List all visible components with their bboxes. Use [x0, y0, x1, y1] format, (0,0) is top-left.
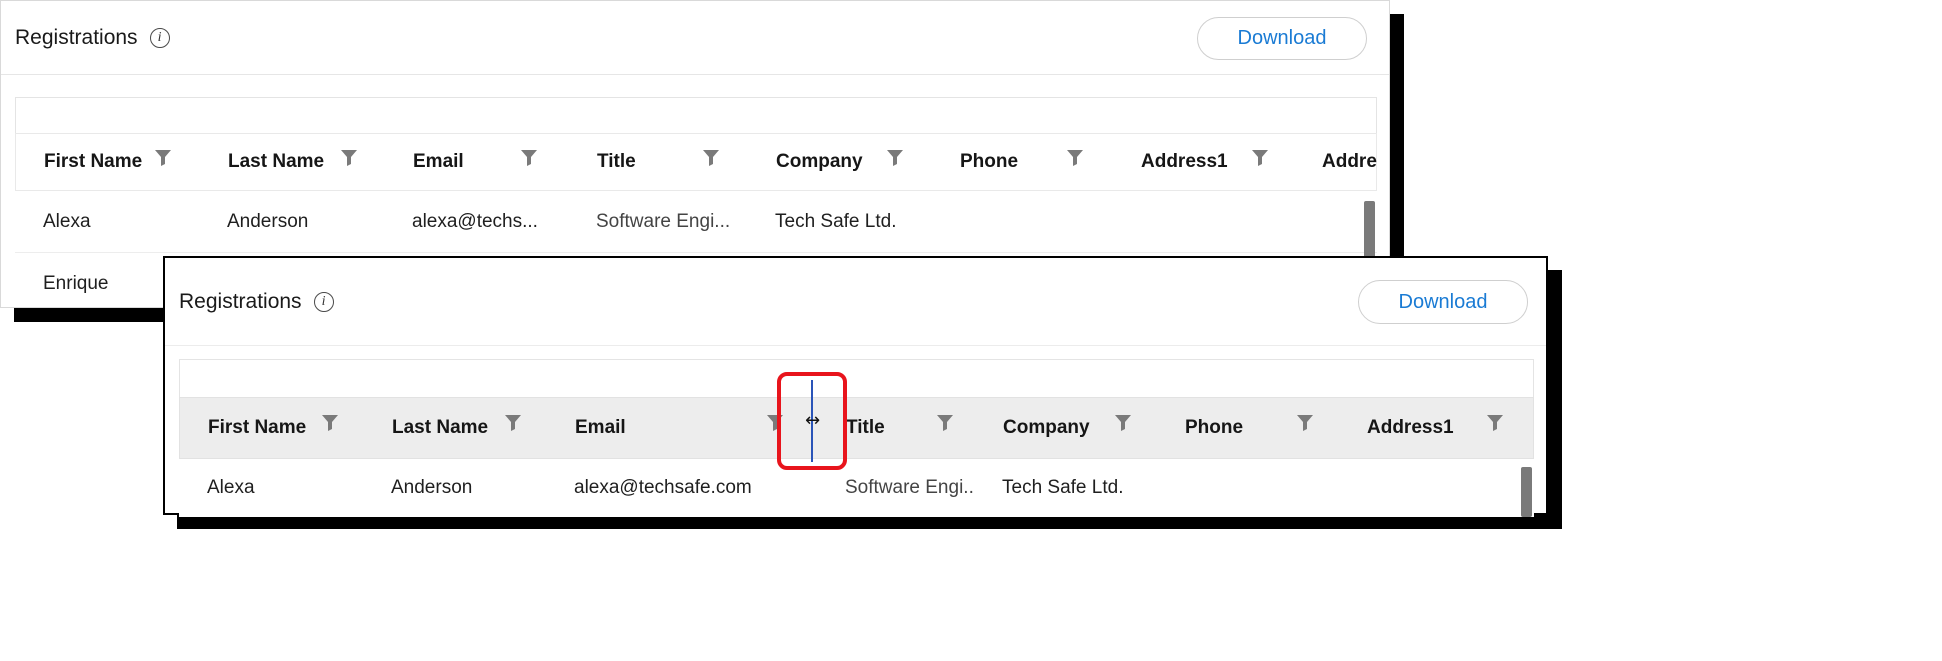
column-header-last-name[interactable]: Last Name — [365, 398, 548, 458]
funnel-filter-icon[interactable] — [504, 413, 522, 433]
column-header-label: Addre — [1322, 151, 1377, 173]
column-header-label: Company — [776, 151, 863, 173]
column-header-email[interactable]: Email — [548, 398, 810, 458]
column-header-label: Company — [1003, 417, 1090, 439]
info-icon[interactable]: i — [314, 292, 334, 312]
column-header-email[interactable]: Email — [386, 134, 568, 190]
column-header-label: Email — [413, 151, 464, 173]
resize-cursor-glyph: ↔ — [795, 413, 829, 429]
column-header-address2[interactable]: Addre — [1296, 134, 1377, 190]
funnel-filter-icon[interactable] — [1066, 148, 1084, 168]
cell-first-name: Alexa — [179, 477, 364, 499]
download-button[interactable]: Download — [1197, 17, 1367, 60]
cell-title: Software Engi... — [809, 477, 975, 499]
cell-email: alexa@techs... — [385, 211, 567, 233]
column-header-first-name[interactable]: First Name — [16, 134, 202, 190]
funnel-filter-icon[interactable] — [886, 148, 904, 168]
column-header-last-name[interactable]: Last Name — [202, 134, 386, 190]
column-header-label: Phone — [960, 151, 1018, 173]
registrations-grid-front: First Name Last Name Email Title Company — [179, 359, 1534, 517]
column-resize-handle-icon[interactable]: ↔ — [785, 380, 839, 462]
column-header-label: Last Name — [392, 417, 488, 439]
column-header-label: Email — [575, 417, 626, 439]
column-header-address1[interactable]: Address1 — [1114, 134, 1296, 190]
page-title: Registrations — [179, 290, 302, 314]
table-row[interactable]: Alexa Anderson alexa@techs... Software E… — [15, 191, 1377, 253]
column-header-company[interactable]: Company — [750, 134, 932, 190]
funnel-filter-icon[interactable] — [1486, 413, 1504, 433]
funnel-filter-icon[interactable] — [1296, 413, 1314, 433]
page-title: Registrations — [15, 26, 138, 50]
column-header-label: Title — [597, 151, 636, 173]
column-header-company[interactable]: Company — [976, 398, 1158, 458]
column-header-label: First Name — [44, 151, 142, 173]
column-header-address1[interactable]: Address1 — [1340, 398, 1526, 458]
funnel-filter-icon[interactable] — [1114, 413, 1132, 433]
grid-header-row-front: First Name Last Name Email Title Company — [179, 397, 1534, 459]
column-header-label: Title — [846, 417, 885, 439]
cell-title: Software Engi... — [567, 211, 749, 233]
cell-last-name: Anderson — [201, 211, 385, 233]
funnel-filter-icon[interactable] — [321, 413, 339, 433]
card-header-back: Registrations i Download — [1, 1, 1389, 75]
grid-toolbar-back[interactable] — [15, 97, 1377, 133]
vertical-scrollbar[interactable] — [1521, 467, 1532, 517]
cell-company: Tech Safe Ltd. — [749, 211, 931, 233]
card-header-front: Registrations i Download — [165, 258, 1546, 346]
column-header-title[interactable]: Title — [568, 134, 750, 190]
registrations-card-front: Registrations i Download First Name Last… — [163, 256, 1548, 515]
column-header-first-name[interactable]: First Name — [180, 398, 365, 458]
table-row[interactable]: Alexa Anderson alexa@techsafe.com Softwa… — [179, 459, 1534, 517]
cell-company: Tech Safe Ltd. — [975, 477, 1157, 499]
column-header-label: Last Name — [228, 151, 324, 173]
funnel-filter-icon[interactable] — [154, 148, 172, 168]
cell-first-name: Alexa — [15, 211, 201, 233]
column-header-label: Address1 — [1141, 151, 1228, 173]
funnel-filter-icon[interactable] — [936, 413, 954, 433]
column-header-label: First Name — [208, 417, 306, 439]
funnel-filter-icon[interactable] — [1251, 148, 1269, 168]
funnel-filter-icon[interactable] — [340, 148, 358, 168]
cell-last-name: Anderson — [364, 477, 547, 499]
column-header-phone[interactable]: Phone — [932, 134, 1114, 190]
cell-email: alexa@techsafe.com — [547, 477, 809, 499]
download-button[interactable]: Download — [1358, 280, 1528, 324]
column-header-phone[interactable]: Phone — [1158, 398, 1340, 458]
grid-header-row-back: First Name Last Name Email Title Company — [15, 133, 1377, 191]
funnel-filter-icon[interactable] — [520, 148, 538, 168]
screenshot-stage: Registrations i Download First Name Last… — [0, 0, 1942, 661]
column-header-label: Phone — [1185, 417, 1243, 439]
grid-toolbar-front[interactable] — [179, 359, 1534, 397]
info-icon[interactable]: i — [150, 28, 170, 48]
column-header-label: Address1 — [1367, 417, 1454, 439]
funnel-filter-icon[interactable] — [702, 148, 720, 168]
